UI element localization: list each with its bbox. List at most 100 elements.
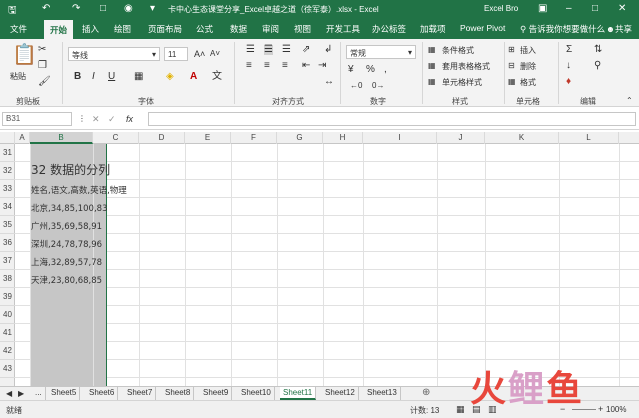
cell-data-row[interactable]: 北京,34,85,100,83 bbox=[31, 202, 107, 214]
share-button[interactable]: ☻共享 bbox=[606, 23, 632, 35]
column-header[interactable]: L bbox=[559, 132, 619, 144]
column-header[interactable]: C bbox=[93, 132, 139, 144]
row-header[interactable]: 42 bbox=[0, 342, 15, 360]
normal-view-icon[interactable]: ▦ bbox=[456, 404, 465, 414]
tell-me-box[interactable]: ⚲ 告诉我你想要做什么 bbox=[520, 23, 605, 35]
customize-toolbar-icon[interactable]: ▾ bbox=[150, 3, 155, 14]
row-header[interactable]: 38 bbox=[0, 270, 15, 288]
increase-decimal-icon[interactable]: ←0 bbox=[350, 81, 362, 91]
undo-icon[interactable]: ↶ bbox=[42, 3, 50, 14]
insert-cells-button[interactable]: 插入 bbox=[520, 45, 536, 56]
cell-grid[interactable]: 32 数据的分列 姓名,语文,高数,英语,物理 北京,34,85,100,83 … bbox=[15, 144, 639, 386]
increase-font-icon[interactable]: A˄ bbox=[194, 49, 205, 59]
collapse-ribbon-icon[interactable]: ⌃ bbox=[626, 96, 633, 106]
row-header[interactable]: 35 bbox=[0, 216, 15, 234]
format-cells-button[interactable]: 格式 bbox=[520, 77, 536, 88]
insert-function-icon[interactable]: fx bbox=[126, 114, 133, 124]
decrease-font-icon[interactable]: A˅ bbox=[210, 49, 220, 59]
tab-home[interactable]: 开始 bbox=[44, 20, 74, 39]
align-center-icon[interactable]: ≡ bbox=[264, 61, 270, 71]
font-size-select[interactable]: 11 bbox=[164, 47, 188, 61]
align-left-icon[interactable]: ≡ bbox=[246, 61, 252, 71]
autosum-icon[interactable]: Σ bbox=[566, 45, 572, 55]
enter-icon[interactable]: ✓ bbox=[108, 114, 116, 124]
increase-indent-icon[interactable]: ⇥ bbox=[318, 61, 326, 71]
decrease-indent-icon[interactable]: ⇤ bbox=[302, 61, 310, 71]
find-select-icon[interactable]: ⚲ bbox=[594, 61, 601, 71]
column-header[interactable]: J bbox=[437, 132, 485, 144]
camera-icon[interactable]: ◉ bbox=[124, 3, 133, 14]
currency-icon[interactable]: ¥ bbox=[348, 65, 354, 75]
tab-review[interactable]: 审阅 bbox=[262, 23, 279, 35]
minimize-icon[interactable]: – bbox=[566, 3, 572, 14]
fill-icon[interactable]: ↓ bbox=[566, 61, 571, 71]
comma-style-icon[interactable]: , bbox=[384, 65, 387, 75]
sheet-tab[interactable]: Sheet10 bbox=[238, 387, 275, 400]
wrap-text-icon[interactable]: ↲ bbox=[324, 45, 332, 55]
column-header[interactable]: K bbox=[485, 132, 559, 144]
tab-formulas[interactable]: 公式 bbox=[196, 23, 213, 35]
user-name[interactable]: Excel Bro bbox=[484, 4, 518, 13]
phonetic-icon[interactable]: 文 bbox=[212, 72, 222, 82]
tab-developer[interactable]: 开发工具 bbox=[326, 23, 360, 35]
column-header-selected[interactable]: B bbox=[30, 132, 93, 144]
cut-icon[interactable]: ✂ bbox=[38, 45, 46, 55]
sheet-tab[interactable]: Sheet12 bbox=[322, 387, 359, 400]
row-header[interactable]: 31 bbox=[0, 144, 15, 162]
maximize-icon[interactable]: □ bbox=[592, 3, 598, 14]
column-header[interactable]: E bbox=[185, 132, 231, 144]
tab-file[interactable]: 文件 bbox=[10, 23, 27, 35]
column-header[interactable]: D bbox=[139, 132, 185, 144]
column-header[interactable]: I bbox=[363, 132, 437, 144]
sheet-tab[interactable]: Sheet5 bbox=[48, 387, 81, 400]
column-header[interactable]: H bbox=[323, 132, 363, 144]
underline-icon[interactable]: U bbox=[108, 72, 115, 82]
row-header[interactable]: 36 bbox=[0, 234, 15, 252]
tab-office-tab[interactable]: 办公标签 bbox=[372, 23, 406, 35]
cell-heading[interactable]: 32 数据的分列 bbox=[31, 161, 110, 178]
format-painter-icon[interactable]: 🖌 bbox=[38, 77, 51, 87]
formula-input[interactable] bbox=[148, 112, 636, 126]
close-icon[interactable]: ✕ bbox=[618, 3, 626, 14]
zoom-in-icon[interactable]: + bbox=[598, 404, 603, 414]
row-header[interactable]: 37 bbox=[0, 252, 15, 270]
orientation-icon[interactable]: ⇗ bbox=[302, 45, 310, 55]
number-format-select[interactable]: 常规 ▾ bbox=[346, 45, 416, 59]
row-header[interactable]: 40 bbox=[0, 306, 15, 324]
column-header[interactable]: A bbox=[15, 132, 30, 144]
font-color-icon[interactable]: A bbox=[190, 72, 197, 82]
cancel-icon[interactable]: ✕ bbox=[92, 114, 100, 124]
sheet-tab[interactable]: Sheet7 bbox=[124, 387, 157, 400]
new-file-icon[interactable]: □ bbox=[100, 3, 106, 14]
column-header[interactable]: G bbox=[277, 132, 323, 144]
cell-data-row[interactable]: 深圳,24,78,78,96 bbox=[31, 238, 102, 250]
sheet-tab[interactable]: Sheet6 bbox=[86, 387, 119, 400]
tab-page-layout[interactable]: 页面布局 bbox=[148, 23, 182, 35]
tab-power-pivot[interactable]: Power Pivot bbox=[460, 23, 505, 33]
column-header[interactable]: F bbox=[231, 132, 277, 144]
align-middle-icon[interactable]: ☰ bbox=[264, 45, 273, 55]
font-name-select[interactable]: 等线 ▾ bbox=[68, 47, 160, 61]
fill-color-icon[interactable]: ◈ bbox=[166, 72, 174, 82]
sheet-more[interactable]: ... bbox=[32, 387, 46, 400]
paste-icon[interactable]: 📋 bbox=[12, 45, 37, 65]
cell-data-row[interactable]: 上海,32,89,57,78 bbox=[31, 256, 102, 268]
tab-insert[interactable]: 插入 bbox=[82, 23, 99, 35]
percent-icon[interactable]: % bbox=[366, 65, 375, 75]
borders-icon[interactable]: ▦ bbox=[134, 72, 143, 82]
name-box[interactable]: B31 bbox=[2, 112, 72, 126]
delete-cells-button[interactable]: 删除 bbox=[520, 61, 536, 72]
align-right-icon[interactable]: ≡ bbox=[282, 61, 288, 71]
sheet-next-icon[interactable]: ▶ bbox=[18, 389, 24, 399]
italic-icon[interactable]: I bbox=[92, 72, 95, 82]
sheet-prev-icon[interactable]: ◀ bbox=[6, 389, 12, 399]
sheet-tab[interactable]: Sheet9 bbox=[200, 387, 233, 400]
cell-data-row[interactable]: 天津,23,80,68,85 bbox=[31, 274, 102, 286]
copy-icon[interactable]: ❐ bbox=[38, 61, 47, 71]
cell-data-header[interactable]: 姓名,语文,高数,英语,物理 bbox=[31, 184, 127, 196]
merge-center-icon[interactable]: ↔ bbox=[324, 77, 334, 87]
row-header[interactable]: 34 bbox=[0, 198, 15, 216]
align-top-icon[interactable]: ☰ bbox=[246, 45, 255, 55]
ribbon-display-icon[interactable]: ▣ bbox=[538, 3, 547, 14]
row-header[interactable]: 39 bbox=[0, 288, 15, 306]
